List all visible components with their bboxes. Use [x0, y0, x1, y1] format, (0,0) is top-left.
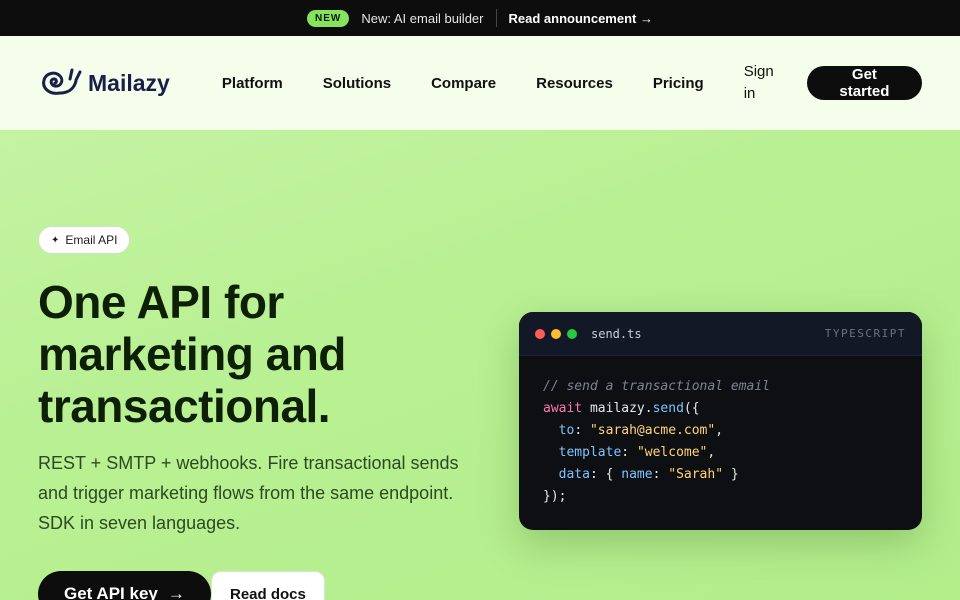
code-key-template: template [558, 445, 622, 460]
code-close: }); [543, 489, 567, 504]
logo-text: Mailazy [88, 69, 170, 96]
sparkle-icon: ✦ [51, 234, 60, 246]
hero-subtitle: REST + SMTP + webhooks. Fire transaction… [38, 453, 459, 533]
nav-menu: Platform Solutions Compare Resources Pri… [222, 75, 744, 92]
get-api-key-label: Get API key [64, 584, 158, 600]
code-body: // send a transactional email await mail… [543, 379, 770, 504]
logo[interactable]: Mailazy [38, 67, 194, 99]
code-open: ({ [683, 401, 700, 416]
code-key-data: data [558, 467, 590, 482]
code-language: TYPESCRIPT [824, 327, 906, 340]
get-started-button[interactable]: Get started [806, 66, 922, 100]
announcement-bar: NEW New: AI email builder Read announcem… [0, 0, 960, 36]
code-key-name: name [621, 467, 653, 482]
window-maximize-dot-icon [567, 328, 577, 339]
window-minimize-dot-icon [551, 328, 561, 339]
code-keyword-await: await [543, 401, 583, 416]
code-snippet-card: send.ts TYPESCRIPT // send a transaction… [519, 312, 922, 530]
read-docs-button[interactable]: Read docs [211, 571, 325, 600]
snail-logo-icon [42, 68, 82, 95]
code-key-to: to [558, 423, 575, 438]
announcement-divider [495, 9, 497, 27]
hero-headline: One API for marketing and transactional. [38, 276, 346, 432]
nav-item-platform[interactable]: Platform [222, 75, 283, 92]
code-comment: // send a transactional email [543, 379, 770, 394]
email-api-pill: ✦ Email API [38, 226, 131, 254]
code-filename: send.ts [591, 326, 642, 341]
code-val-name: "Sarah" [668, 467, 724, 482]
code-val-template: "welcome" [636, 445, 708, 460]
nav-item-resources[interactable]: Resources [536, 75, 613, 92]
code-card-header: send.ts TYPESCRIPT [519, 312, 922, 356]
pill-label: Email API [65, 233, 118, 247]
nav-item-pricing[interactable]: Pricing [653, 75, 704, 92]
top-nav: Mailazy Platform Solutions Compare Resou… [0, 36, 960, 130]
hero-section: ✦ Email API One API for marketing and tr… [0, 130, 960, 600]
read-announcement-link[interactable]: Read announcement → [509, 11, 653, 26]
get-api-key-button[interactable]: Get API key → [38, 571, 211, 600]
arrow-right-icon: → [167, 584, 185, 600]
code-fn: send [652, 401, 684, 416]
announcement-text: New: AI email builder [361, 10, 484, 26]
sign-in-link[interactable]: Sign in [744, 61, 777, 105]
code-call: mailazy. [582, 401, 653, 416]
nav-item-solutions[interactable]: Solutions [323, 75, 391, 92]
code-val-to: "sarah@acme.com" [589, 423, 716, 438]
nav-item-compare[interactable]: Compare [431, 75, 496, 92]
new-badge: NEW [307, 9, 350, 27]
window-close-dot-icon [535, 328, 545, 339]
